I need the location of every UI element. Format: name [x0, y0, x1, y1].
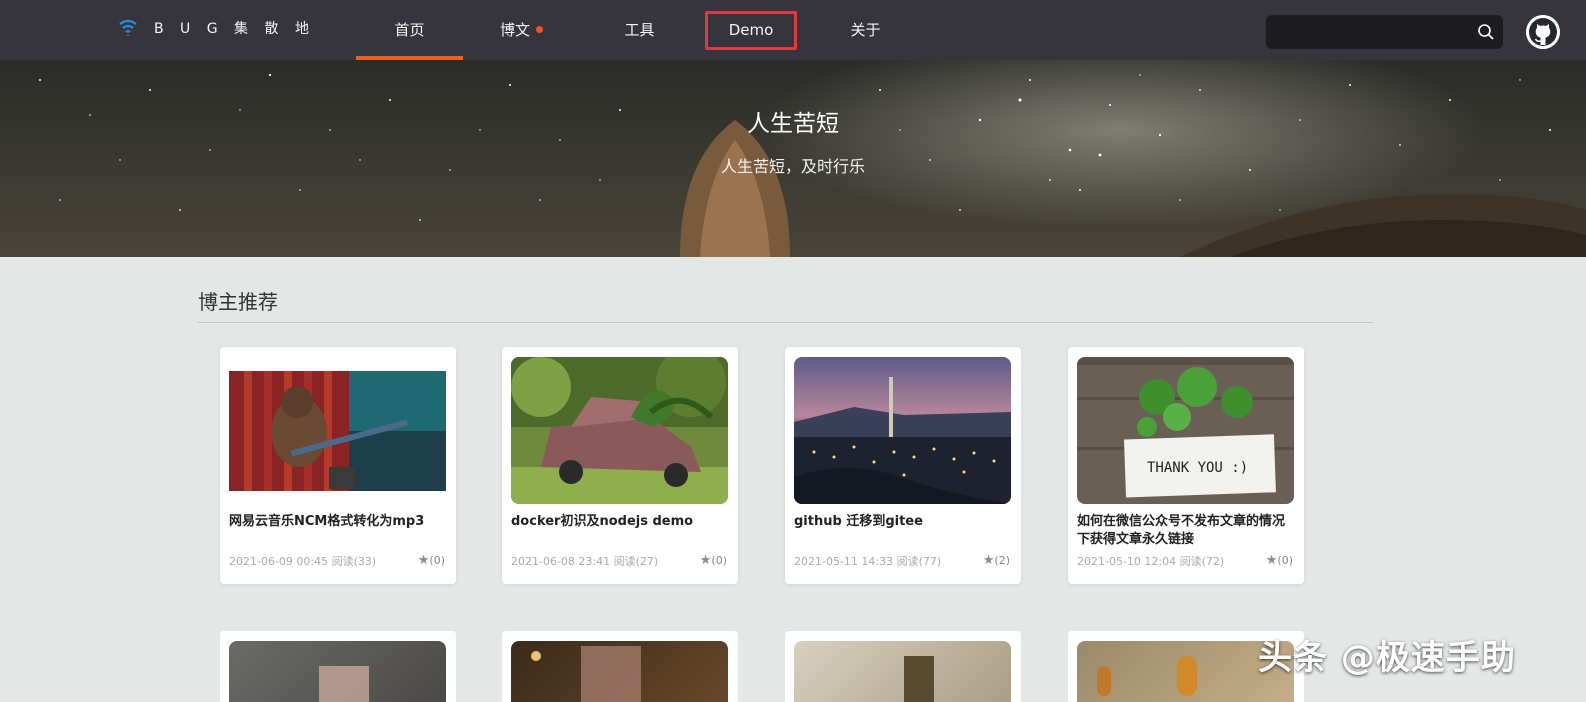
- star-count: (0): [1277, 554, 1293, 567]
- article-thumbnail[interactable]: [794, 357, 1011, 504]
- article-title[interactable]: 如何在微信公众号不发布文章的情况下获得文章永久链接: [1077, 513, 1297, 549]
- article-card[interactable]: [785, 631, 1021, 702]
- article-stars[interactable]: ★(2): [983, 553, 1010, 568]
- site-logo[interactable]: B U G 集 散 地: [118, 18, 315, 38]
- article-card[interactable]: [220, 631, 456, 702]
- search-icon[interactable]: [1477, 23, 1495, 41]
- article-stars[interactable]: ★(0): [700, 553, 727, 568]
- section-title: 博主推荐: [198, 290, 278, 314]
- article-card[interactable]: [502, 631, 738, 702]
- star-count: (0): [429, 554, 445, 567]
- hero-banner: 人生苦短 人生苦短，及时行乐: [0, 60, 1586, 257]
- nav-home-label: 首页: [394, 21, 425, 39]
- nav-home[interactable]: 首页: [356, 0, 463, 60]
- search-input[interactable]: [1276, 15, 1466, 49]
- star-count: (2): [994, 554, 1010, 567]
- github-icon[interactable]: [1526, 15, 1560, 49]
- nav-demo[interactable]: Demo: [705, 0, 797, 60]
- article-thumbnail[interactable]: THANK YOU :): [1077, 357, 1294, 504]
- search-box: [1266, 15, 1503, 49]
- new-badge-dot: [536, 26, 543, 33]
- article-card[interactable]: docker初识及nodejs demo 2021-06-08 23:41 阅读…: [502, 347, 738, 584]
- article-title[interactable]: 网易云音乐NCM格式转化为mp3: [229, 513, 449, 531]
- article-thumbnail[interactable]: [511, 641, 728, 702]
- article-meta: 2021-05-11 14:33 阅读(77): [794, 555, 942, 568]
- article-stars[interactable]: ★(0): [418, 553, 445, 568]
- article-stars[interactable]: ★(0): [1266, 553, 1293, 568]
- article-meta: 2021-06-08 23:41 阅读(27): [511, 555, 659, 568]
- article-title[interactable]: docker初识及nodejs demo: [511, 513, 731, 531]
- section-divider: [197, 322, 1373, 323]
- article-card[interactable]: THANK YOU :) 如何在微信公众号不发布文章的情况下获得文章永久链接 2…: [1068, 347, 1304, 584]
- article-thumbnail[interactable]: [794, 641, 1011, 702]
- banner-title: 人生苦短: [747, 111, 839, 137]
- star-icon: ★: [417, 553, 430, 568]
- wifi-logo-icon: [119, 19, 137, 36]
- banner-subtitle: 人生苦短，及时行乐: [720, 157, 865, 176]
- star-icon: ★: [982, 553, 995, 568]
- star-icon: ★: [699, 553, 712, 568]
- top-navbar: B U G 集 散 地 首页 博文 工具 Demo 关于: [0, 0, 1586, 60]
- nav-blog[interactable]: 博文: [468, 0, 575, 60]
- article-thumbnail[interactable]: [229, 641, 446, 702]
- nav-tools[interactable]: 工具: [586, 0, 693, 60]
- nav-tools-label: 工具: [624, 21, 655, 39]
- article-title[interactable]: github 迁移到gitee: [794, 513, 1014, 531]
- article-meta: 2021-06-09 00:45 阅读(33): [229, 555, 377, 568]
- watermark-text: 头条 @极速手助: [1258, 638, 1516, 678]
- nav-demo-label: Demo: [728, 21, 774, 39]
- article-thumbnail[interactable]: [511, 357, 728, 504]
- star-icon: ★: [1265, 553, 1278, 568]
- article-card[interactable]: github 迁移到gitee 2021-05-11 14:33 阅读(77) …: [785, 347, 1021, 584]
- nav-blog-label: 博文: [499, 21, 530, 39]
- star-count: (0): [711, 554, 727, 567]
- svg-text:THANK YOU :): THANK YOU :): [1147, 460, 1248, 476]
- site-name: B U G 集 散 地: [154, 21, 315, 37]
- article-meta: 2021-05-10 12:04 阅读(72): [1077, 555, 1225, 568]
- nav-about-label: 关于: [850, 21, 881, 39]
- article-card[interactable]: 网易云音乐NCM格式转化为mp3 2021-06-09 00:45 阅读(33)…: [220, 347, 456, 584]
- article-thumbnail[interactable]: [229, 357, 446, 504]
- nav-about[interactable]: 关于: [812, 0, 919, 60]
